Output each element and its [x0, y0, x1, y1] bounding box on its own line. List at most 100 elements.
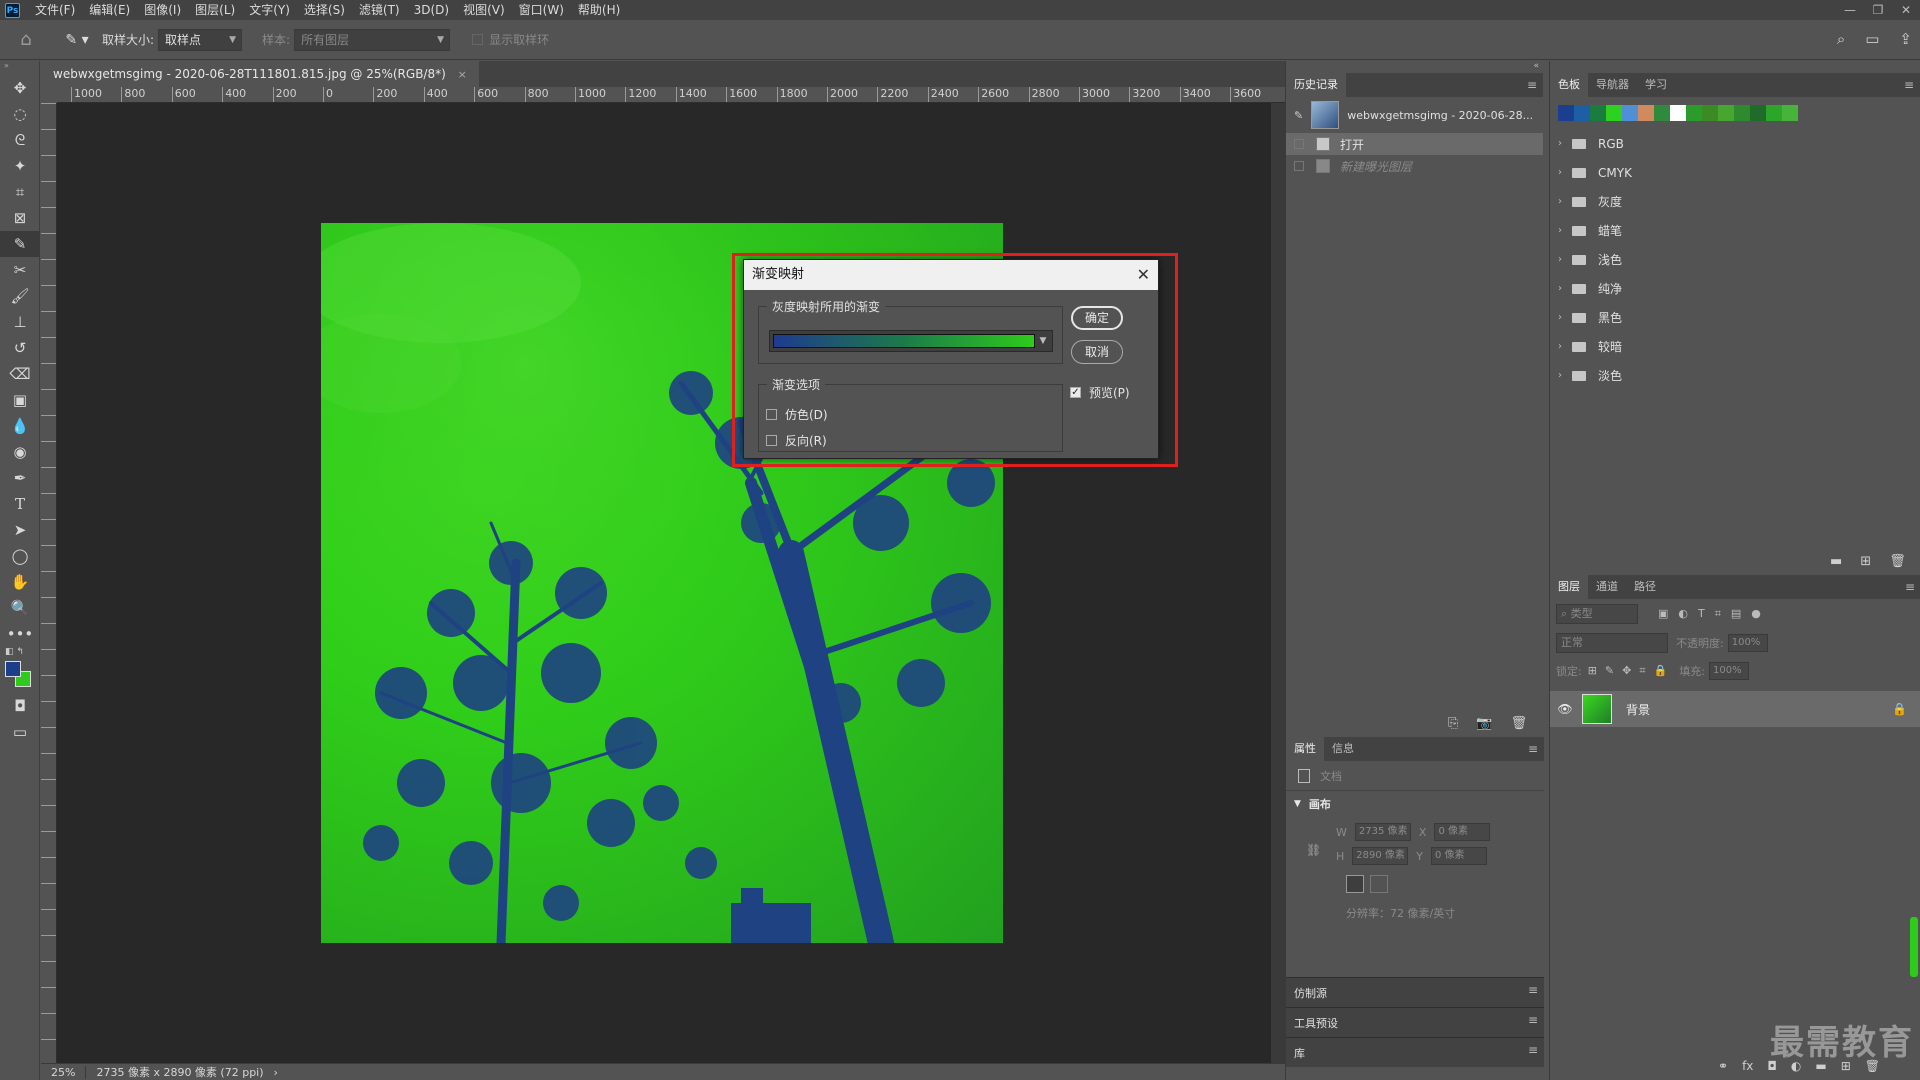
swatch-color[interactable] [1766, 105, 1782, 121]
libraries-panel[interactable]: 库 ≡ [1286, 1037, 1544, 1067]
quick-mask-icon[interactable]: ◘ [0, 693, 40, 719]
swap-colors-icon[interactable]: ◧ ↰ [5, 647, 24, 657]
dither-checkbox[interactable]: 仿色(D) [766, 406, 828, 423]
healing-tool-icon[interactable]: ✂ [0, 257, 40, 283]
menu-file[interactable]: 文件(F) [28, 0, 82, 20]
new-document-from-state-icon[interactable]: ⎘ [1448, 716, 1458, 731]
eyedropper-preset-icon[interactable]: ✎ ▾ [52, 32, 102, 48]
tab-info[interactable]: 信息 [1324, 737, 1362, 761]
pen-tool-icon[interactable]: ✒ [0, 465, 40, 491]
swatch-folder-light[interactable]: › 浅色 [1550, 245, 1920, 274]
tab-swatches[interactable]: 色板 [1550, 73, 1588, 97]
trash-icon[interactable]: 🗑 [1511, 716, 1528, 731]
new-swatch-icon[interactable]: ⊞ [1860, 554, 1871, 569]
layer-filter-select[interactable]: ⌕ 类型 [1556, 604, 1638, 624]
menu-view[interactable]: 视图(V) [456, 0, 512, 20]
minimize-button[interactable]: — [1836, 0, 1864, 20]
opacity-field[interactable]: 100% [1727, 634, 1768, 652]
history-brush-tool-icon[interactable]: ↺ [0, 335, 40, 361]
cancel-button[interactable]: 取消 [1071, 340, 1123, 364]
tab-learn[interactable]: 学习 [1637, 73, 1675, 97]
tab-channels[interactable]: 通道 [1588, 575, 1626, 599]
menu-select[interactable]: 选择(S) [297, 0, 352, 20]
menu-type[interactable]: 文字(Y) [242, 0, 297, 20]
landscape-orientation-icon[interactable] [1370, 875, 1388, 893]
home-icon[interactable]: ⌂ [0, 29, 52, 50]
path-selection-tool-icon[interactable]: ➤ [0, 517, 40, 543]
trash-icon[interactable]: 🗑 [1889, 554, 1906, 569]
history-snapshot[interactable]: ✎ webwxgetmsgimg - 2020-06-28... [1286, 97, 1543, 133]
gradient-preview-bar[interactable] [773, 334, 1035, 348]
frame-tool-icon[interactable]: ⊠ [0, 205, 40, 231]
lock-icons[interactable]: ⊞✎✥⌗🔒 [1588, 664, 1676, 678]
height-field[interactable]: 2890 像素 [1352, 847, 1409, 865]
panel-menu-icon[interactable]: ≡ [1528, 1008, 1538, 1032]
stamp-tool-icon[interactable]: ⊥ [0, 309, 40, 335]
swatch-folder-gray[interactable]: › 灰度 [1550, 187, 1920, 216]
swatch-color[interactable] [1606, 105, 1622, 121]
clone-source-panel[interactable]: 仿制源 ≡ [1286, 977, 1544, 1007]
brush-tool-icon[interactable]: 🖌 [0, 283, 40, 309]
canvas-vertical-scrollbar[interactable] [1271, 103, 1285, 1063]
document-tab[interactable]: webwxgetmsgimg - 2020-06-28T111801.815.j… [41, 61, 479, 87]
blur-tool-icon[interactable]: 💧 [0, 413, 40, 439]
move-tool-icon[interactable]: ✥ [0, 75, 40, 101]
swatch-folder-cmyk[interactable]: › CMYK [1550, 158, 1920, 187]
history-item-open[interactable]: 打开 [1286, 133, 1543, 155]
swatch-color[interactable] [1702, 105, 1718, 121]
link-icon[interactable]: ⛓ [1306, 843, 1321, 857]
menu-3d[interactable]: 3D(D) [407, 0, 456, 20]
more-tools-icon[interactable]: ••• [0, 621, 40, 647]
preview-checkbox[interactable]: ✓ 预览(P) [1070, 384, 1130, 401]
swatch-folder-dark[interactable]: › 黑色 [1550, 303, 1920, 332]
status-menu-arrow[interactable]: › [274, 1066, 278, 1079]
panel-menu-icon[interactable]: ≡ [1904, 73, 1914, 97]
menu-filter[interactable]: 滤镜(T) [352, 0, 407, 20]
swatch-color[interactable] [1750, 105, 1766, 121]
close-icon[interactable]: ✕ [1137, 260, 1150, 290]
canvas-area[interactable] [57, 103, 1285, 1063]
close-tab-icon[interactable]: × [458, 68, 467, 81]
menu-help[interactable]: 帮助(H) [571, 0, 627, 20]
restore-button[interactable]: ❐ [1864, 0, 1892, 20]
swatch-color[interactable] [1654, 105, 1670, 121]
reverse-checkbox[interactable]: 反向(R) [766, 432, 827, 449]
collapse-arrows-icon[interactable]: » [0, 61, 39, 75]
dodge-tool-icon[interactable]: ◉ [0, 439, 40, 465]
workspace-icon[interactable]: ▭ [1865, 30, 1879, 48]
panel-menu-icon[interactable]: ≡ [1528, 1038, 1538, 1062]
menu-layer[interactable]: 图层(L) [188, 0, 242, 20]
sample-size-select[interactable]: 取样点 ▼ [158, 28, 243, 51]
foreground-color[interactable] [5, 661, 21, 677]
collapse-arrows-icon[interactable]: « [1533, 61, 1539, 71]
swatch-color[interactable] [1670, 105, 1686, 121]
type-tool-icon[interactable]: T [0, 491, 40, 517]
eraser-tool-icon[interactable]: ⌫ [0, 361, 40, 387]
swatch-folder-pure[interactable]: › 纯净 [1550, 274, 1920, 303]
swatch-folder-darker[interactable]: › 较暗 [1550, 332, 1920, 361]
sample-select[interactable]: 所有图层 ▼ [294, 28, 451, 51]
swatch-color[interactable] [1638, 105, 1654, 121]
crop-tool-icon[interactable]: ⌗ [0, 179, 40, 205]
chevron-down-icon[interactable]: ▼ [1036, 334, 1050, 348]
visibility-eye-icon[interactable]: 👁 [1554, 702, 1576, 716]
panel-menu-icon[interactable]: ≡ [1905, 575, 1915, 599]
fill-field[interactable]: 100% [1708, 662, 1749, 680]
swatch-color[interactable] [1718, 105, 1734, 121]
zoom-tool-icon[interactable]: 🔍 [0, 595, 40, 621]
screen-mode-icon[interactable]: ▭ [0, 719, 40, 745]
blend-mode-select[interactable]: 正常 [1556, 633, 1668, 653]
close-window-button[interactable]: ✕ [1892, 0, 1920, 20]
gradient-tool-icon[interactable]: ▣ [0, 387, 40, 413]
swatch-folder-pastel[interactable]: › 蜡笔 [1550, 216, 1920, 245]
link-layers-icon[interactable]: ⚭ [1718, 1059, 1728, 1073]
ok-button[interactable]: 确定 [1071, 306, 1123, 330]
menu-edit[interactable]: 编辑(E) [82, 0, 137, 20]
camera-icon[interactable]: 📷 [1476, 716, 1492, 731]
history-item-new-layer[interactable]: 新建曝光图层 [1286, 155, 1543, 177]
tab-paths[interactable]: 路径 [1626, 575, 1664, 599]
tab-navigator[interactable]: 导航器 [1588, 73, 1637, 97]
side-scroll-indicator[interactable] [1910, 917, 1918, 977]
gradient-picker[interactable]: ▼ [769, 330, 1053, 352]
fx-icon[interactable]: fx [1742, 1059, 1753, 1073]
